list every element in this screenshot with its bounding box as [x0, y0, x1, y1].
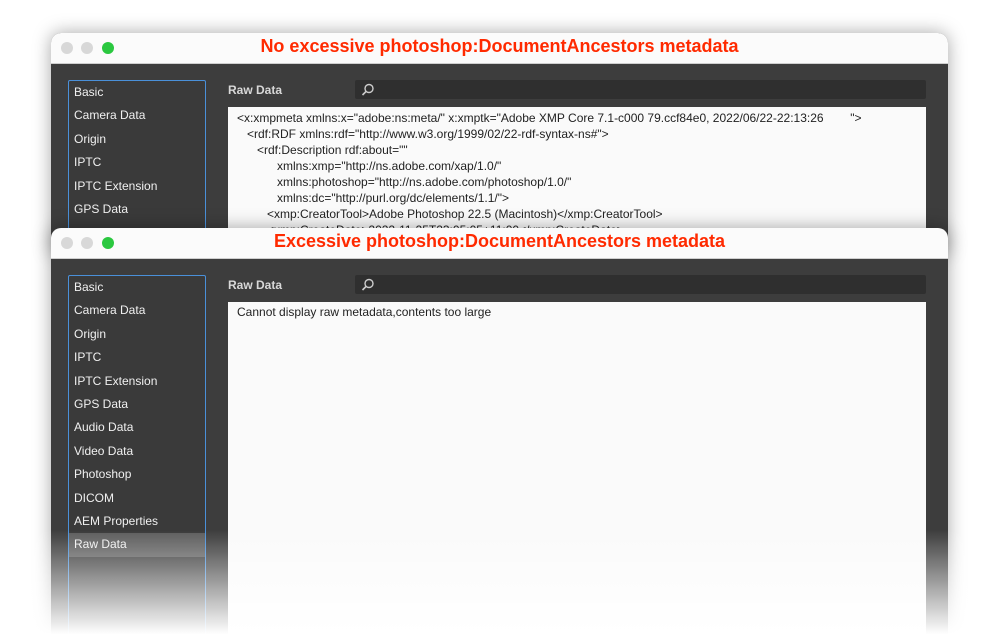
raw-line: <rdf:Description rdf:about="" [237, 143, 408, 157]
search-input[interactable] [355, 275, 926, 294]
sidebar-item-aem-properties[interactable]: AEM Properties [69, 510, 205, 533]
sidebar-item-basic[interactable]: Basic [69, 276, 205, 299]
sidebar-item-basic[interactable]: Basic [69, 81, 205, 104]
sidebar-item-dicom[interactable]: DICOM [69, 487, 205, 510]
sidebar-item-gps-data[interactable]: GPS Data [69, 393, 205, 416]
raw-line: xmlns:dc="http://purl.org/dc/elements/1.… [237, 191, 509, 205]
sidebar-item-iptc-extension[interactable]: IPTC Extension [69, 370, 205, 393]
sidebar-item-raw-data[interactable]: Raw Data [69, 533, 205, 557]
raw-line: xmlns:photoshop="http://ns.adobe.com/pho… [237, 175, 572, 189]
search-input[interactable] [355, 80, 926, 99]
sidebar-item-iptc-extension[interactable]: IPTC Extension [69, 175, 205, 198]
sidebar-item-gps-data[interactable]: GPS Data [69, 198, 205, 221]
window-title: Excessive photoshop:DocumentAncestors me… [273, 231, 726, 251]
raw-data-view[interactable]: Cannot display raw metadata,contents too… [228, 302, 926, 640]
sidebar: Basic Camera Data Origin IPTC IPTC Extension… [68, 275, 206, 640]
sidebar-item-camera-data[interactable]: Camera Data [69, 104, 205, 127]
search-icon [361, 83, 374, 96]
search-icon [361, 278, 374, 291]
title-bar: No excessive photoshop:DocumentAncestors… [51, 33, 948, 64]
sidebar-item-iptc[interactable]: IPTC [69, 346, 205, 369]
sidebar-item-iptc[interactable]: IPTC [69, 151, 205, 174]
sidebar-item-video-data[interactable]: Video Data [69, 440, 205, 463]
sidebar-item-photoshop[interactable]: Photoshop [69, 463, 205, 486]
sidebar-item-camera-data[interactable]: Camera Data [69, 299, 205, 322]
sidebar-item-audio-data[interactable]: Audio Data [69, 416, 205, 439]
error-message: Cannot display raw metadata,contents too… [237, 305, 492, 319]
raw-line: <rdf:RDF xmlns:rdf="http://www.w3.org/19… [237, 127, 609, 141]
raw-line: <x:xmpmeta xmlns:x="adobe:ns:meta/" x:xm… [237, 111, 862, 125]
sidebar-item-origin[interactable]: Origin [69, 128, 205, 151]
section-label: Raw Data [228, 83, 283, 97]
section-label: Raw Data [228, 278, 283, 292]
raw-line: <xmp:CreatorTool>Adobe Photoshop 22.5 (M… [237, 207, 663, 221]
sidebar-item-origin[interactable]: Origin [69, 323, 205, 346]
raw-line: xmlns:xmp="http://ns.adobe.com/xap/1.0/" [237, 159, 502, 173]
title-bar: Excessive photoshop:DocumentAncestors me… [51, 228, 948, 259]
window-title: No excessive photoshop:DocumentAncestors… [260, 36, 739, 56]
window-excessive: Excessive photoshop:DocumentAncestors me… [51, 228, 948, 640]
window-no-excessive: No excessive photoshop:DocumentAncestors… [51, 33, 948, 253]
